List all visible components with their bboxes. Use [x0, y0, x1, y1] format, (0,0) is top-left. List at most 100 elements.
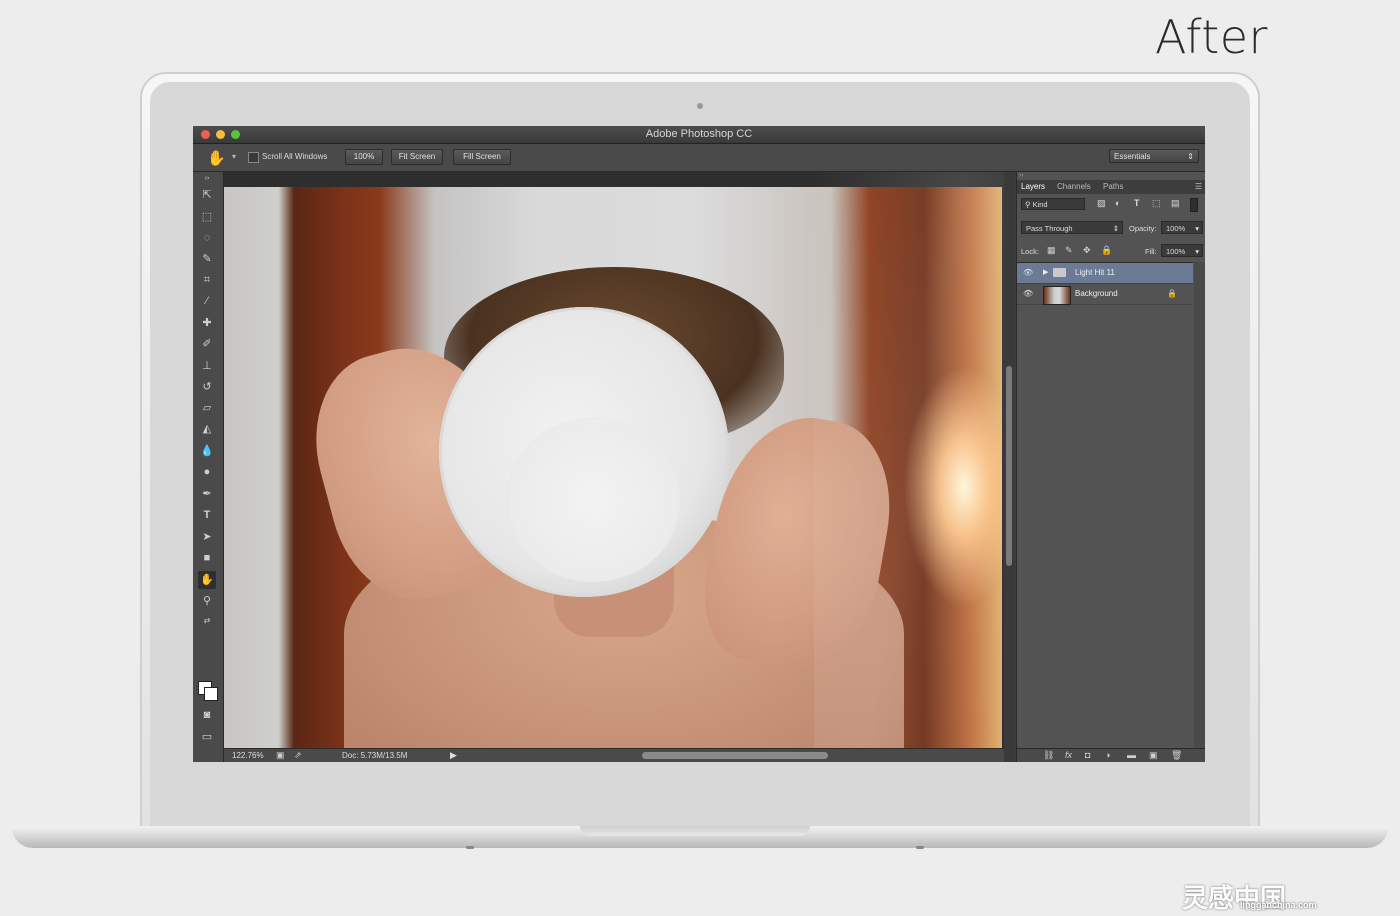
- add-mask-icon[interactable]: ◘: [1085, 750, 1090, 760]
- trash-icon[interactable]: 🗑: [1171, 750, 1182, 761]
- lasso-icon[interactable]: ◌: [198, 229, 216, 247]
- info-icon[interactable]: ▣: [276, 750, 285, 761]
- laptop-foot-right: [916, 846, 924, 849]
- share-icon[interactable]: ⇗: [294, 750, 302, 761]
- fit-screen-button[interactable]: Fit Screen: [391, 149, 443, 165]
- layer-filter-kind-select[interactable]: ⚲ Kind: [1021, 198, 1085, 210]
- horizontal-scrollbar[interactable]: [642, 752, 828, 759]
- history-brush-icon[interactable]: ↺: [198, 378, 216, 396]
- workspace-select[interactable]: Essentials ⇕: [1109, 149, 1199, 163]
- smart-object-filter-icon[interactable]: ▤: [1171, 198, 1180, 209]
- search-icon: ⚲: [1025, 200, 1031, 209]
- fill-input[interactable]: 100% ▾: [1161, 244, 1203, 257]
- watermark-url: lingganchina.com: [1240, 900, 1317, 910]
- photo-bowl-foot: [506, 417, 681, 582]
- chevron-updown-icon: ⇕: [1112, 224, 1119, 233]
- adjustment-layer-icon[interactable]: ◑: [1105, 750, 1110, 760]
- vertical-scrollbar[interactable]: [1006, 366, 1012, 566]
- pixel-filter-icon[interactable]: ▨: [1097, 198, 1106, 209]
- eyedropper-icon[interactable]: ⁄: [198, 292, 216, 310]
- chevron-down-icon: ▾: [1195, 224, 1199, 233]
- fill-label: Fill:: [1145, 247, 1157, 256]
- scroll-all-windows-checkbox[interactable]: [248, 152, 259, 163]
- lock-all-icon[interactable]: 🔒: [1101, 245, 1112, 256]
- path-select-icon[interactable]: ➤: [198, 528, 216, 546]
- layer-row-group[interactable]: 👁 ▶ Light Hit 11: [1017, 263, 1193, 284]
- background-color-swatch[interactable]: [204, 687, 218, 701]
- filter-toggle[interactable]: [1190, 198, 1198, 212]
- collapse-icon[interactable]: ››: [198, 175, 216, 183]
- zoom-level[interactable]: 122.76%: [232, 751, 264, 760]
- title-bar: Adobe Photoshop CC: [193, 126, 1205, 144]
- rectangle-icon[interactable]: ■: [198, 549, 216, 567]
- opacity-label: Opacity:: [1129, 224, 1157, 233]
- layer-name[interactable]: Light Hit 11: [1075, 268, 1115, 277]
- paint-bucket-icon[interactable]: ◭: [198, 420, 216, 438]
- type-filter-icon[interactable]: T: [1134, 198, 1140, 208]
- layer-thumbnail: [1043, 286, 1071, 305]
- chevron-updown-icon: ⇕: [1187, 152, 1194, 161]
- tools-panel: ›› ⇱ ⬚ ◌ ✎ ⌗ ⁄ ✚ ✐ ⊥ ↺ ▱ ◭ 💧 ● ✒ T ➤ ■ ✋…: [193, 172, 224, 762]
- new-layer-icon[interactable]: ▣: [1149, 750, 1158, 761]
- blend-mode-label: Pass Through: [1026, 224, 1073, 233]
- eye-icon[interactable]: 👁: [1023, 268, 1033, 277]
- pen-icon[interactable]: ✒: [198, 485, 216, 503]
- brush-icon[interactable]: ✐: [198, 335, 216, 353]
- zoom-icon[interactable]: ⚲: [198, 592, 216, 610]
- screen-glare: [814, 172, 1014, 748]
- new-group-icon[interactable]: ▬: [1127, 750, 1136, 760]
- window-title: Adobe Photoshop CC: [645, 128, 753, 140]
- folder-icon: [1053, 268, 1066, 277]
- fx-icon[interactable]: fx: [1065, 750, 1072, 760]
- hand-tool-preset-icon[interactable]: ✋: [207, 149, 226, 167]
- lock-transparent-icon[interactable]: ▦: [1047, 245, 1056, 256]
- shape-filter-icon[interactable]: ⬚: [1152, 198, 1161, 209]
- marquee-icon[interactable]: ⬚: [198, 208, 216, 226]
- layers-scroll-track[interactable]: [1194, 262, 1205, 748]
- panel-menu-icon[interactable]: ☰: [1195, 182, 1202, 191]
- opacity-input[interactable]: 100% ▾: [1161, 221, 1203, 234]
- dodge-icon[interactable]: ●: [198, 463, 216, 481]
- filter-kind-label: Kind: [1032, 200, 1048, 209]
- crop-icon[interactable]: ⌗: [198, 271, 216, 289]
- hand-icon[interactable]: ✋: [198, 571, 216, 589]
- layer-row-background[interactable]: 👁 Background 🔒: [1017, 284, 1193, 305]
- adjustment-filter-icon[interactable]: ◐: [1115, 198, 1120, 208]
- quick-select-icon[interactable]: ✎: [198, 250, 216, 268]
- panel-collapse-icon[interactable]: ››: [1019, 172, 1024, 179]
- stamp-icon[interactable]: ⊥: [198, 357, 216, 375]
- photoshop-window: Adobe Photoshop CC ✋ ▾ Scroll All Window…: [193, 126, 1205, 762]
- scroll-all-windows-label: Scroll All Windows: [262, 152, 328, 161]
- workspace-label: Essentials: [1114, 152, 1151, 161]
- zoom-100-button[interactable]: 100%: [345, 149, 383, 165]
- tab-channels[interactable]: Channels: [1057, 182, 1091, 191]
- camera-dot: [697, 103, 703, 109]
- lock-label: Lock:: [1021, 247, 1039, 256]
- fill-screen-button[interactable]: Fill Screen: [453, 149, 511, 165]
- lock-position-icon[interactable]: ✥: [1083, 245, 1091, 256]
- tab-paths[interactable]: Paths: [1103, 182, 1123, 191]
- swap-colors-icon[interactable]: ⇄: [198, 612, 216, 630]
- panel-tabs: Layers Channels Paths ☰: [1017, 180, 1205, 194]
- link-layers-icon[interactable]: ⛓: [1043, 750, 1054, 761]
- laptop-notch: [580, 826, 810, 836]
- move-icon[interactable]: ⇱: [198, 186, 216, 204]
- blur-icon[interactable]: 💧: [198, 442, 216, 460]
- document-canvas[interactable]: [224, 172, 1014, 749]
- quick-mask-icon[interactable]: ◙: [198, 706, 216, 724]
- eraser-icon[interactable]: ▱: [198, 399, 216, 417]
- layer-name[interactable]: Background: [1075, 289, 1118, 298]
- document-size: Doc: 5.73M/13.5M: [342, 751, 408, 760]
- blend-mode-select[interactable]: Pass Through ⇕: [1021, 221, 1123, 234]
- chevron-down-icon[interactable]: ▾: [232, 152, 236, 161]
- status-menu-arrow-icon[interactable]: ▶: [450, 750, 457, 761]
- tab-layers[interactable]: Layers: [1021, 182, 1045, 191]
- type-icon[interactable]: T: [198, 506, 216, 524]
- screen-mode-icon[interactable]: ▭: [198, 728, 216, 746]
- layers-panel: ›› Layers Channels Paths ☰ ⚲ Kind ▨ ◐ T …: [1016, 172, 1205, 762]
- chevron-right-icon[interactable]: ▶: [1043, 268, 1048, 276]
- lock-pixels-icon[interactable]: ✎: [1065, 245, 1073, 256]
- healing-icon[interactable]: ✚: [198, 314, 216, 332]
- layers-list: 👁 ▶ Light Hit 11 👁 Background 🔒: [1017, 262, 1193, 761]
- eye-icon[interactable]: 👁: [1023, 289, 1033, 298]
